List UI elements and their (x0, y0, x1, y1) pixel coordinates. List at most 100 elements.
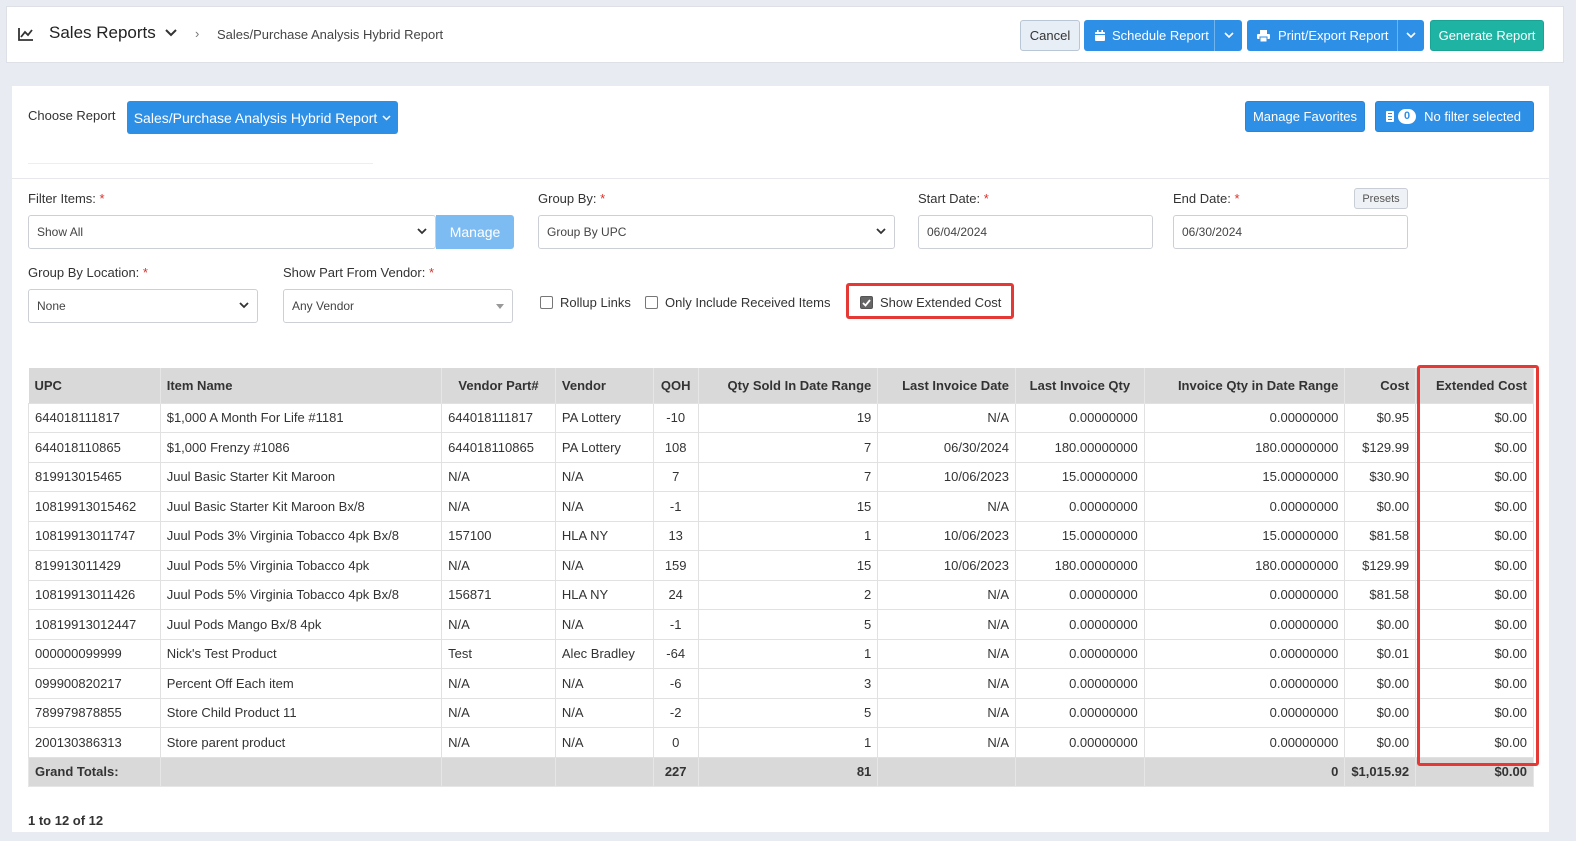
column-header[interactable]: Item Name (160, 368, 443, 403)
table-cell: 819913011429 (28, 550, 161, 581)
table-cell: N/A (441, 609, 556, 640)
presets-button[interactable]: Presets (1354, 188, 1408, 209)
column-header[interactable]: QOH (653, 368, 699, 403)
section-divider (12, 178, 1549, 179)
schedule-report-main[interactable]: Schedule Report (1084, 20, 1214, 51)
column-header[interactable]: Vendor Part# (441, 368, 556, 403)
table-cell: 0 (652, 727, 699, 758)
table-cell: 0.00000000 (1143, 697, 1346, 728)
table-row: 644018110865 $1,000 Frenzy #1086 644018110… (28, 432, 1534, 463)
highlight-extended-cost-option (846, 283, 1014, 319)
table-cell: 0.00000000 (1015, 638, 1145, 669)
schedule-report-dropdown[interactable] (1214, 20, 1242, 51)
table-cell: $0.00 (1344, 609, 1417, 640)
report-table: UPC Item Name Vendor Part# Vendor QOH Qty Sol… (28, 368, 1534, 787)
received-items-label: Only Include Received Items (665, 295, 831, 310)
table-cell: N/A (554, 609, 654, 640)
table-row: 789979878855 Store Child Product 11 N/A N/A… (28, 697, 1534, 728)
column-header[interactable]: Last Invoice Date (877, 368, 1016, 403)
table-cell: Test (441, 638, 556, 669)
table-cell: $0.00 (1344, 668, 1417, 699)
table-cell: $0.01 (1344, 638, 1417, 669)
chevron-down-icon (239, 302, 249, 309)
table-cell: 10819913011426 (28, 579, 161, 610)
table-cell: 0.00000000 (1143, 579, 1346, 610)
table-cell: 0.00000000 (1015, 609, 1145, 640)
table-cell: $0.00 (1415, 638, 1534, 669)
print-export-button[interactable]: Print/Export Report (1247, 20, 1424, 51)
table-cell: 5 (697, 609, 879, 640)
table-cell: N/A (554, 550, 654, 581)
table-cell: HLA NY (554, 520, 654, 551)
table-cell: 000000099999 (28, 638, 161, 669)
table-cell: 0.00000000 (1143, 668, 1346, 699)
received-items-option[interactable]: Only Include Received Items (645, 295, 830, 310)
manage-filter-button[interactable]: Manage (436, 215, 514, 249)
triangle-down-icon (496, 304, 504, 309)
table-cell: 3 (697, 668, 879, 699)
end-date-input[interactable]: 06/30/2024 (1173, 215, 1408, 249)
table-cell: $1,000 Frenzy #1086 (159, 432, 443, 463)
table-cell: $129.99 (1344, 550, 1417, 581)
table-cell: -64 (652, 638, 699, 669)
table-cell: $0.00 (1344, 697, 1417, 728)
table-cell: 15.00000000 (1015, 461, 1145, 492)
start-date-input[interactable]: 06/04/2024 (918, 215, 1153, 249)
table-cell: 157100 (441, 520, 556, 551)
table-cell: 159 (652, 550, 699, 581)
table-cell: 0.00000000 (1015, 579, 1145, 610)
totals-cell: 81 (697, 756, 879, 787)
print-export-label: Print/Export Report (1278, 28, 1389, 43)
print-export-dropdown[interactable] (1397, 20, 1424, 51)
group-location-select[interactable]: None (28, 289, 258, 323)
pagination-summary: 1 to 12 of 12 (28, 813, 104, 828)
table-cell: 1 (697, 520, 879, 551)
table-cell: N/A (441, 461, 556, 492)
table-cell: Juul Basic Starter Kit Maroon Bx/8 (159, 491, 443, 522)
table-cell: $0.00 (1415, 579, 1534, 610)
column-header[interactable]: Qty Sold In Date Range (698, 368, 879, 403)
table-cell: N/A (441, 491, 556, 522)
table-cell: 200130386313 (28, 727, 161, 758)
table-cell: N/A (554, 461, 654, 492)
group-location-value: None (37, 299, 66, 313)
vendor-select[interactable]: Any Vendor (283, 289, 513, 323)
group-by-select[interactable]: Group By UPC (538, 215, 895, 249)
table-cell: $0.00 (1415, 668, 1534, 699)
rollup-links-option[interactable]: Rollup Links (540, 295, 631, 310)
report-select-dropdown[interactable]: Sales/Purchase Analysis Hybrid Report (127, 101, 398, 134)
table-cell: 15 (697, 491, 879, 522)
schedule-report-button[interactable]: Schedule Report (1084, 20, 1242, 51)
table-row: 10819913012447 Juul Pods Mango Bx/8 4pk N/… (28, 609, 1534, 640)
table-cell: N/A (441, 668, 556, 699)
generate-report-button[interactable]: Generate Report (1430, 20, 1544, 51)
table-cell: $1,000 A Month For Life #1181 (159, 402, 443, 433)
checkbox-icon[interactable] (540, 296, 553, 309)
column-header[interactable]: UPC (28, 368, 161, 403)
table-cell: 0.00000000 (1015, 668, 1145, 699)
table-cell: 10819913015462 (28, 491, 161, 522)
column-header[interactable]: Last Invoice Qty (1015, 368, 1145, 403)
column-header[interactable]: Invoice Qty in Date Range (1144, 368, 1346, 403)
report-panel: Choose Report Sales/Purchase Analysis Hy… (12, 86, 1549, 832)
filter-icon (1386, 111, 1394, 122)
column-header[interactable]: Cost (1344, 368, 1417, 403)
table-cell: 19 (697, 402, 879, 433)
table-cell: 0.00000000 (1143, 609, 1346, 640)
chevron-down-icon[interactable] (165, 28, 177, 38)
manage-favorites-button[interactable]: Manage Favorites (1245, 101, 1365, 132)
column-header[interactable]: Extended Cost (1415, 368, 1534, 403)
table-cell: 156871 (441, 579, 556, 610)
filter-summary-button[interactable]: 0 No filter selected (1375, 101, 1534, 132)
checkbox-icon[interactable] (645, 296, 658, 309)
table-cell: 180.00000000 (1015, 550, 1145, 581)
column-header[interactable]: Vendor (555, 368, 654, 403)
filter-items-select[interactable]: Show All (28, 215, 436, 249)
table-cell: N/A (877, 491, 1016, 522)
chevron-down-icon (417, 228, 427, 235)
print-export-main[interactable]: Print/Export Report (1247, 20, 1397, 51)
filter-summary-label: No filter selected (1424, 109, 1521, 124)
table-cell: N/A (877, 609, 1016, 640)
cancel-button[interactable]: Cancel (1020, 20, 1080, 51)
table-cell: $0.00 (1415, 461, 1534, 492)
